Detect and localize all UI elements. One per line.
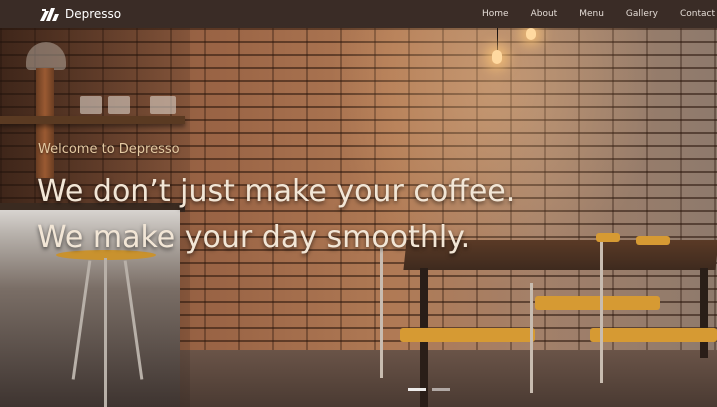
- top-navbar: Depresso Home About Menu Gallery Contact: [0, 0, 717, 28]
- nav-link-home[interactable]: Home: [482, 9, 509, 19]
- nav-link-menu[interactable]: Menu: [579, 9, 604, 19]
- nav-link-about[interactable]: About: [531, 9, 558, 19]
- depresso-logo-icon: [40, 7, 59, 21]
- welcome-text: Welcome to Depresso: [38, 142, 180, 157]
- brand[interactable]: Depresso: [40, 7, 121, 21]
- hero-headline-line2: We make your day smoothly.: [37, 220, 471, 255]
- nav-link-gallery[interactable]: Gallery: [626, 9, 658, 19]
- brand-name: Depresso: [65, 7, 122, 21]
- hero-text: Welcome to Depresso We don’t just make y…: [0, 28, 717, 407]
- hero-headline-line1: We don’t just make your coffee.: [37, 174, 516, 209]
- nav-link-contact[interactable]: Contact: [680, 9, 715, 19]
- hero-section: Welcome to Depresso We don’t just make y…: [0, 28, 717, 407]
- nav-menu: Home About Menu Gallery Contact: [460, 9, 715, 19]
